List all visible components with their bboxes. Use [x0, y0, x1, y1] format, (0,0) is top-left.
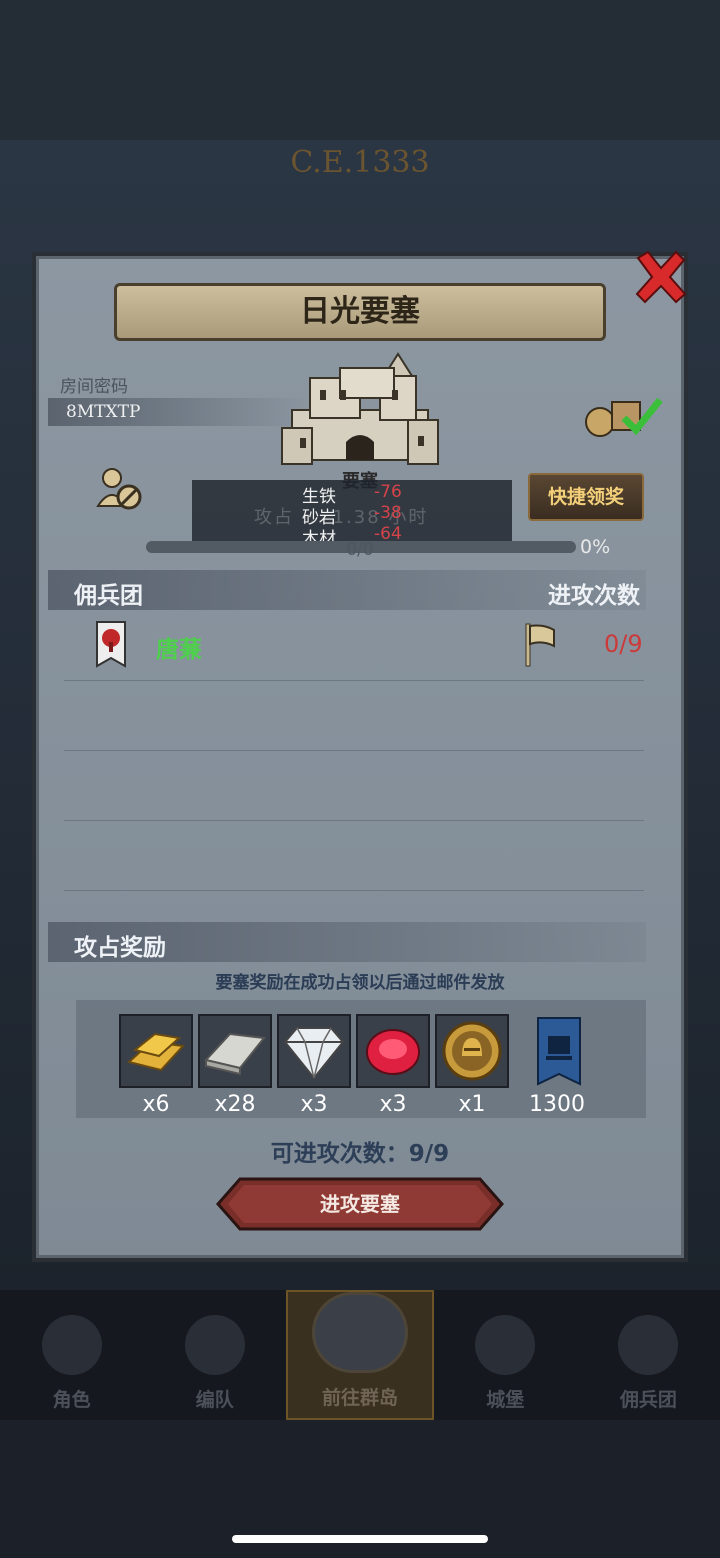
nav-castle[interactable]: 城堡 [434, 1290, 577, 1420]
no-user-icon[interactable] [96, 466, 144, 512]
reward-header: 攻占奖励 [74, 935, 166, 961]
reward-item[interactable]: x28 [198, 1014, 272, 1117]
room-code-label: 房间密码 [60, 377, 128, 397]
close-icon[interactable] [632, 248, 690, 306]
reward-qty: x3 [379, 1092, 407, 1117]
formation-icon [184, 1315, 245, 1375]
row-divider [64, 890, 644, 891]
resource-name: 生铁 [302, 487, 336, 507]
gold-bar-icon [119, 1014, 193, 1088]
era-label: C.E.1333 [290, 145, 430, 180]
attack-count: 0/9 [604, 630, 643, 658]
attack-count-header: 进攻次数 [548, 583, 640, 609]
quick-claim-button[interactable]: 快捷领奖 [528, 473, 644, 521]
resource-row: 生铁 -76 [302, 482, 402, 507]
reward-note: 要塞奖励在成功占领以后通过邮件发放 [215, 973, 505, 993]
silver-bar-icon [198, 1014, 272, 1088]
nav-character[interactable]: 角色 [0, 1290, 143, 1420]
row-divider [64, 680, 644, 681]
character-icon [41, 1315, 102, 1375]
row-divider [64, 820, 644, 821]
reward-qty: 1300 [529, 1092, 585, 1117]
attack-button-label: 进攻要塞 [320, 1192, 400, 1216]
home-indicator[interactable] [232, 1535, 488, 1543]
resource-value: -38 [374, 503, 402, 523]
nav-formation[interactable]: 编队 [143, 1290, 286, 1420]
resource-claim-icon[interactable] [584, 392, 664, 438]
ruby-icon [356, 1014, 430, 1088]
mercenary-icon [618, 1315, 679, 1375]
reward-item[interactable]: x6 [119, 1014, 193, 1117]
mercenary-name[interactable]: 唐蒹 [156, 630, 202, 664]
mercenary-banner-icon [96, 621, 126, 668]
resource-row: 砂岩 -38 [302, 503, 402, 528]
reward-qty: x6 [142, 1092, 170, 1117]
resource-name: 砂岩 [302, 508, 336, 528]
reward-qty: x28 [214, 1092, 256, 1117]
mercenary-header: 佣兵团 [74, 583, 143, 609]
progress-percent: 0% [580, 536, 611, 558]
reward-item[interactable]: 1300 [520, 1014, 594, 1117]
resource-value: -76 [374, 482, 402, 502]
progress-count: 0/0 [346, 540, 374, 560]
attack-fortress-button[interactable]: 进攻要塞 [216, 1177, 504, 1231]
dialog-title: 日光要塞 [114, 283, 606, 341]
reward-item[interactable]: x1 [435, 1014, 509, 1117]
castle-icon [281, 352, 439, 465]
row-divider [64, 750, 644, 751]
fortress-banner-icon [520, 1014, 598, 1088]
diamond-icon [277, 1014, 351, 1088]
nav-label: 城堡 [486, 1389, 525, 1411]
reward-item[interactable]: x3 [277, 1014, 351, 1117]
flag-icon [525, 623, 555, 667]
room-code[interactable]: 8MTXTP [66, 402, 140, 422]
nav-label: 角色 [52, 1389, 91, 1411]
reward-item[interactable]: x3 [356, 1014, 430, 1117]
knight-coin-icon [435, 1014, 509, 1088]
nav-mercenary[interactable]: 佣兵团 [577, 1290, 720, 1420]
reward-qty: x3 [300, 1092, 328, 1117]
reward-qty: x1 [458, 1092, 486, 1117]
castle-icon [475, 1315, 536, 1375]
compass-icon [312, 1292, 408, 1373]
nav-label: 前往群岛 [322, 1387, 399, 1409]
nav-label: 编队 [195, 1389, 234, 1411]
nav-label: 佣兵团 [619, 1389, 677, 1411]
bottom-nav: 角色 编队 前往群岛 城堡 佣兵团 [0, 1290, 720, 1420]
nav-islands[interactable]: 前往群岛 [286, 1290, 434, 1420]
attacks-available: 可进攻次数：9/9 [270, 1141, 450, 1167]
top-backdrop [0, 0, 720, 140]
